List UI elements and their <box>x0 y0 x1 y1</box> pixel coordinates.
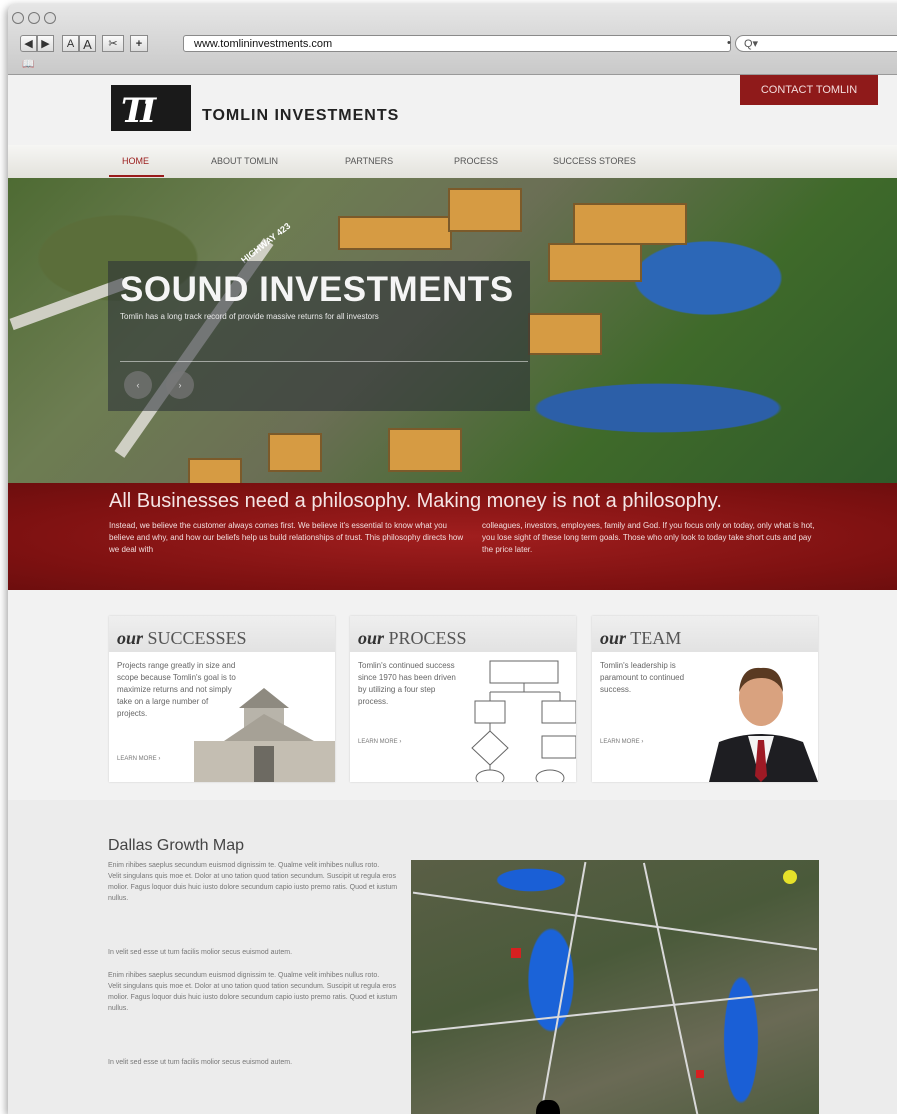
flowchart-diagram <box>471 660 576 782</box>
highway-sign: HIGHWAY 423 <box>239 220 293 266</box>
browser-nav-buttons: ◀ ▶ A A ✂ + <box>20 35 148 52</box>
map-marker[interactable] <box>536 1100 560 1114</box>
flow-box <box>541 700 576 724</box>
map-section-title: Dallas Growth Map <box>108 837 245 854</box>
card-title-prefix: our <box>358 628 385 648</box>
card-title-text: SUCCESSES <box>147 628 247 648</box>
active-nav-underline <box>109 175 164 177</box>
flow-decision <box>471 730 509 766</box>
card-text: Tomlin's continued success since 1970 ha… <box>358 661 456 706</box>
map-paragraph: Enim rihibes saeplus secundum euismod di… <box>108 862 398 902</box>
map-paragraph: In velit sed esse ut tum facilis molior … <box>108 1059 293 1066</box>
browser-toolbar: ◀ ▶ A A ✂ + www.tomlininvestments.com • … <box>8 4 897 75</box>
learn-more-link[interactable]: LEARN MORE › <box>358 739 401 745</box>
hero-subtitle: Tomlin has a long track record of provid… <box>120 312 379 321</box>
card-title-prefix: our <box>117 628 144 648</box>
building <box>548 243 642 282</box>
map-road <box>537 861 587 1114</box>
philosophy-text-right: colleagues, investors, employees, family… <box>482 521 815 554</box>
zoom-window-button[interactable] <box>44 12 56 24</box>
nav-about[interactable]: ABOUT TOMLIN <box>211 156 278 166</box>
flow-box <box>541 735 576 759</box>
philosophy-title: All Businesses need a philosophy. Making… <box>109 490 722 512</box>
search-field[interactable]: Q▾ <box>735 35 897 52</box>
roof <box>224 714 314 741</box>
dallas-growth-map[interactable] <box>411 860 819 1114</box>
flow-terminal <box>475 769 505 782</box>
back-button[interactable]: ◀ <box>20 35 37 52</box>
main-navigation: HOME ABOUT TOMLIN PARTNERS PROCESS SUCCE… <box>8 145 897 178</box>
card-title-prefix: our <box>600 628 627 648</box>
flow-terminal <box>535 769 565 782</box>
building <box>268 433 322 472</box>
philosophy-band: All Businesses need a philosophy. Making… <box>8 483 897 590</box>
window-controls <box>12 12 56 24</box>
map-marker[interactable] <box>696 1070 704 1078</box>
text-larger-button[interactable]: A <box>79 35 96 52</box>
building <box>573 203 687 245</box>
brand-name[interactable]: TOMLIN INVESTMENTS <box>202 107 399 125</box>
card-title: our TEAM <box>600 628 681 649</box>
nav-partners[interactable]: PARTNERS <box>345 156 393 166</box>
hero-banner: HIGHWAY 423 SOUND INVESTMENTS Tomlin has… <box>8 178 897 483</box>
building <box>388 428 462 472</box>
card-title: our PROCESS <box>358 628 467 649</box>
forward-button[interactable]: ▶ <box>37 35 54 52</box>
nav-process[interactable]: PROCESS <box>454 156 498 166</box>
card-successes: our SUCCESSES Projects range greatly in … <box>109 616 335 782</box>
learn-more-link[interactable]: LEARN MORE › <box>600 739 643 745</box>
flow-box <box>474 700 506 724</box>
card-process: our PROCESS Tomlin's continued success s… <box>350 616 576 782</box>
nav-success-stories[interactable]: SUCCESS STORES <box>553 156 636 166</box>
card-title-text: TEAM <box>630 628 682 648</box>
building-image <box>194 688 335 782</box>
minimize-window-button[interactable] <box>28 12 40 24</box>
building <box>338 216 452 250</box>
carousel-prev-button[interactable]: ‹ <box>124 371 152 399</box>
card-title: our SUCCESSES <box>117 628 247 649</box>
bookmarks-book-icon[interactable]: 📖 <box>22 59 34 70</box>
map-road <box>412 891 818 951</box>
close-window-button[interactable] <box>12 12 24 24</box>
flow-box <box>489 660 559 684</box>
map-road <box>412 988 818 1034</box>
philosophy-text-left: Instead, we believe the customer always … <box>109 521 464 554</box>
nav-home[interactable]: HOME <box>122 156 149 166</box>
address-bar-dropdown[interactable]: • <box>727 37 731 49</box>
carousel-next-button[interactable]: › <box>166 371 194 399</box>
map-paragraph: Enim rihibes saeplus secundum euismod di… <box>108 972 398 1012</box>
logo-mark: TI <box>121 91 156 131</box>
growth-map-section: Dallas Growth Map Enim rihibes saeplus s… <box>8 800 897 1114</box>
contact-button[interactable]: CONTACT TOMLIN <box>740 75 878 105</box>
doorway <box>254 746 274 782</box>
hero-divider <box>120 361 528 362</box>
learn-more-link[interactable]: LEARN MORE › <box>117 756 160 762</box>
text-smaller-button[interactable]: A <box>62 35 79 52</box>
map-paragraph: In velit sed esse ut tum facilis molior … <box>108 949 293 956</box>
card-title-text: PROCESS <box>388 628 467 648</box>
team-portrait <box>709 667 818 782</box>
card-text: Tomlin's leadership is paramount to cont… <box>600 661 685 694</box>
card-team: our TEAM Tomlin's leadership is paramoun… <box>592 616 818 782</box>
map-road <box>642 862 702 1114</box>
building <box>528 313 602 355</box>
hero-title: SOUND INVESTMENTS <box>120 270 514 309</box>
browser-window: ◀ ▶ A A ✂ + www.tomlininvestments.com • … <box>8 4 897 1114</box>
address-bar[interactable]: www.tomlininvestments.com <box>183 35 731 52</box>
map-marker[interactable] <box>511 948 521 958</box>
map-compass-icon <box>783 870 797 884</box>
building <box>448 188 522 232</box>
web-page: TI TOMLIN INVESTMENTS CONTACT TOMLIN HOM… <box>8 75 897 1114</box>
scissors-icon[interactable]: ✂ <box>102 35 124 52</box>
add-bookmark-button[interactable]: + <box>130 35 148 52</box>
roof <box>239 688 289 708</box>
building <box>188 458 242 483</box>
